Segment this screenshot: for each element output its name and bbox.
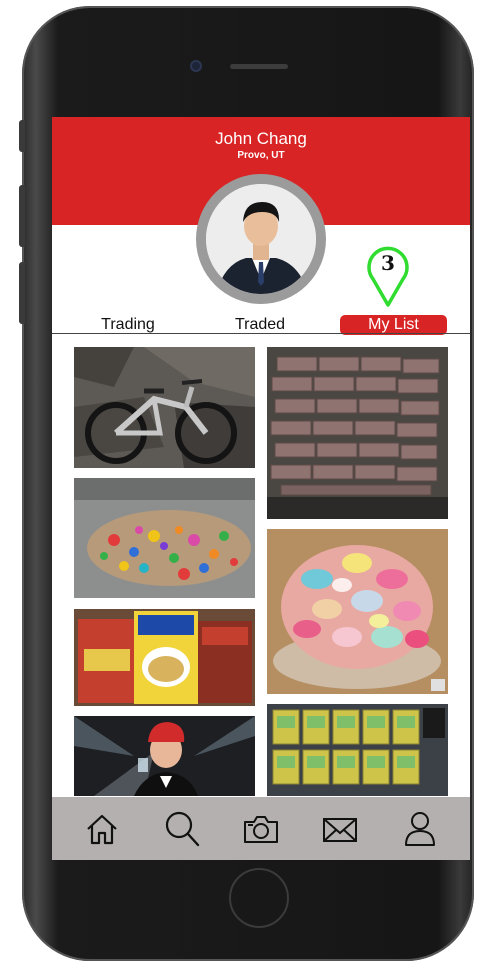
annotation-number: 3 bbox=[381, 251, 395, 275]
volume-down-button bbox=[19, 262, 25, 324]
my-list-grid bbox=[52, 334, 470, 796]
camera-icon[interactable] bbox=[241, 809, 281, 849]
user-location: Provo, UT bbox=[237, 150, 285, 161]
toys-image bbox=[74, 478, 255, 598]
petals-image bbox=[267, 529, 448, 694]
profile-tabs: Trading Traded My List bbox=[52, 315, 470, 335]
flower-petals-bowl-photo[interactable] bbox=[267, 529, 448, 694]
cereal-boxes-photo[interactable] bbox=[74, 609, 255, 706]
user-name: John Chang bbox=[215, 129, 307, 148]
annotation-marker: 3 bbox=[365, 244, 411, 312]
search-icon[interactable] bbox=[162, 809, 202, 849]
avatar-photo bbox=[206, 184, 316, 294]
avatar[interactable] bbox=[196, 174, 326, 304]
front-camera bbox=[190, 60, 202, 72]
mail-icon[interactable] bbox=[320, 809, 360, 849]
trading-cards-photo[interactable] bbox=[267, 704, 448, 796]
bricks-image bbox=[267, 347, 448, 519]
party-man-photo[interactable] bbox=[74, 716, 255, 796]
brick-pile-photo[interactable] bbox=[267, 347, 448, 519]
bike-image bbox=[74, 347, 255, 468]
earpiece-speaker bbox=[230, 64, 288, 69]
tab-trading[interactable]: Trading bbox=[86, 315, 170, 335]
profile-icon[interactable] bbox=[400, 809, 440, 849]
party-image bbox=[74, 716, 255, 796]
app-screen: John Chang Provo, UT 3 Trading Traded My… bbox=[52, 117, 470, 860]
mountain-bike-photo[interactable] bbox=[74, 347, 255, 468]
volume-up-button bbox=[19, 185, 25, 247]
cereal-image bbox=[74, 609, 255, 706]
home-hardware-button[interactable] bbox=[229, 868, 289, 928]
mute-switch bbox=[19, 120, 25, 152]
person-portrait-icon bbox=[206, 184, 316, 294]
cards-image bbox=[267, 704, 448, 796]
tab-traded[interactable]: Traded bbox=[218, 315, 302, 335]
bottom-nav-bar bbox=[52, 797, 470, 860]
tab-my-list[interactable]: My List bbox=[340, 315, 447, 335]
toy-pile-photo[interactable] bbox=[74, 478, 255, 598]
home-icon[interactable] bbox=[82, 809, 122, 849]
